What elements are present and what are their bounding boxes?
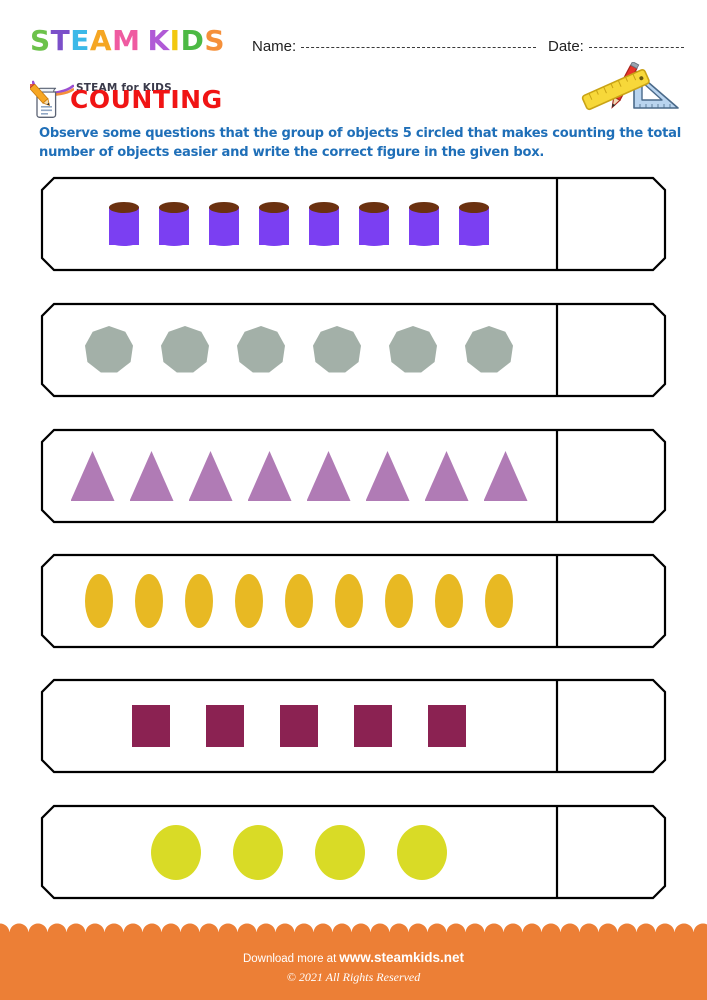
- shape-golden-ellipse: [235, 574, 263, 628]
- answer-box[interactable]: [557, 177, 666, 271]
- question-row: [40, 804, 667, 900]
- object-group: [41, 679, 557, 773]
- object-group: [41, 554, 557, 648]
- shape-gray-green-nonagon: [465, 326, 513, 373]
- answer-box[interactable]: [557, 554, 666, 648]
- shape-orchid-cone: [483, 451, 528, 501]
- shape-golden-ellipse: [285, 574, 313, 628]
- shape-orchid-cone: [247, 451, 292, 501]
- shape-orchid-cone: [129, 451, 174, 501]
- shape-yellow-circle: [397, 824, 447, 880]
- shape-golden-ellipse: [485, 574, 513, 628]
- shape-orchid-cone: [365, 451, 410, 501]
- shape-purple-cylinder: [109, 202, 139, 246]
- footer-url-link[interactable]: www.steamkids.net: [339, 950, 464, 965]
- object-group: [41, 805, 557, 899]
- shape-gray-green-nonagon: [389, 326, 437, 373]
- shape-gray-green-nonagon: [85, 326, 133, 373]
- page-footer: Download more at www.steamkids.net © 2021…: [0, 923, 707, 1000]
- question-row: [40, 302, 667, 398]
- shape-purple-cylinder: [459, 202, 489, 246]
- answer-box[interactable]: [557, 303, 666, 397]
- shape-purple-cylinder: [309, 202, 339, 246]
- shape-gray-green-nonagon: [237, 326, 285, 373]
- footer-download-text: Download more at www.steamkids.net: [0, 950, 707, 965]
- shape-maroon-square: [428, 705, 466, 747]
- shape-golden-ellipse: [385, 574, 413, 628]
- shape-purple-cylinder: [359, 202, 389, 246]
- shape-golden-ellipse: [435, 574, 463, 628]
- shape-purple-cylinder: [409, 202, 439, 246]
- shape-orchid-cone: [306, 451, 351, 501]
- shape-maroon-square: [206, 705, 244, 747]
- shape-maroon-square: [280, 705, 318, 747]
- footer-copyright: © 2021 All Rights Reserved: [286, 970, 421, 984]
- shape-maroon-square: [354, 705, 392, 747]
- shape-golden-ellipse: [335, 574, 363, 628]
- shape-golden-ellipse: [185, 574, 213, 628]
- shape-yellow-circle: [315, 824, 365, 880]
- shape-orchid-cone: [424, 451, 469, 501]
- answer-box[interactable]: [557, 429, 666, 523]
- shape-golden-ellipse: [85, 574, 113, 628]
- question-rows: [0, 0, 707, 1000]
- question-row: [40, 176, 667, 272]
- object-group: [41, 429, 557, 523]
- shape-gray-green-nonagon: [161, 326, 209, 373]
- shape-yellow-circle: [233, 824, 283, 880]
- object-group: [41, 303, 557, 397]
- shape-orchid-cone: [188, 451, 233, 501]
- object-group: [41, 177, 557, 271]
- question-row: [40, 678, 667, 774]
- shape-yellow-circle: [151, 824, 201, 880]
- shape-orchid-cone: [70, 451, 115, 501]
- shape-golden-ellipse: [135, 574, 163, 628]
- answer-box[interactable]: [557, 805, 666, 899]
- footer-download-label: Download more at: [242, 953, 337, 965]
- question-row: [40, 428, 667, 524]
- shape-maroon-square: [132, 705, 170, 747]
- shape-purple-cylinder: [159, 202, 189, 246]
- answer-box[interactable]: [557, 679, 666, 773]
- shape-purple-cylinder: [259, 202, 289, 246]
- question-row: [40, 553, 667, 649]
- shape-purple-cylinder: [209, 202, 239, 246]
- footer-scallop-edge: [0, 923, 707, 941]
- shape-gray-green-nonagon: [313, 326, 361, 373]
